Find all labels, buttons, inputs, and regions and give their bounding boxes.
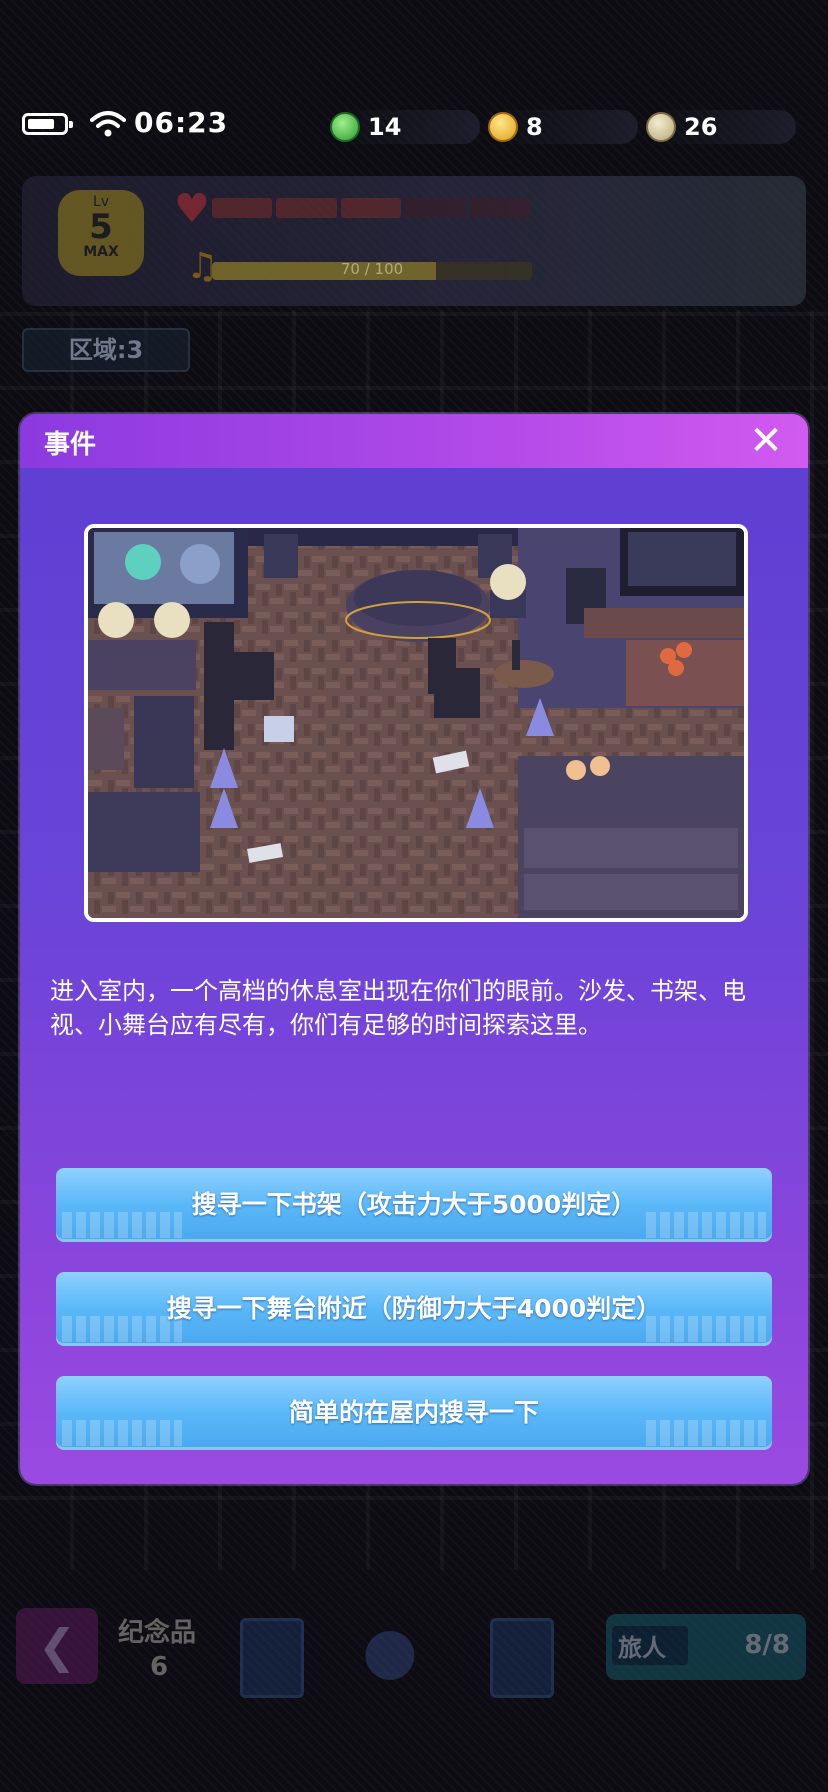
resource-green: 14	[330, 110, 480, 144]
option-button-search-stage[interactable]: 搜寻一下舞台附近（防御力大于4000判定）	[56, 1272, 772, 1346]
silver-coin-icon	[646, 112, 676, 142]
xp-text: 70 / 100	[340, 260, 404, 278]
clock-time: 06:23	[134, 106, 229, 139]
option-label: 简单的在屋内搜寻一下	[288, 1398, 539, 1427]
back-button[interactable]: ❮	[16, 1608, 98, 1684]
bottom-bar: ❮ 纪念品 6 ● 旅人 8/8	[0, 1578, 828, 1698]
traveler-label: 旅人	[612, 1626, 688, 1665]
status-bar: 06:23 14 8 26	[0, 96, 828, 156]
level-number: 5	[89, 207, 113, 247]
hp-segment	[276, 198, 337, 218]
equalizer-decoration	[62, 1420, 182, 1446]
event-description: 进入室内，一个高档的休息室出现在你们的眼前。沙发、书架、电视、小舞台应有尽有，你…	[50, 977, 746, 1039]
hp-segment	[469, 198, 531, 218]
resource-value: 26	[684, 113, 718, 141]
battery-icon	[22, 113, 73, 135]
souvenir-label: 纪念品	[118, 1618, 197, 1648]
resource-silver: 26	[646, 110, 796, 144]
souvenir-card-icon[interactable]	[240, 1618, 304, 1698]
traveler-panel[interactable]: 旅人 8/8	[606, 1614, 806, 1680]
traveler-count: 8/8	[744, 1630, 790, 1660]
equalizer-decoration	[62, 1316, 182, 1342]
souvenir-count: 6	[150, 1652, 169, 1682]
souvenir-card-icon[interactable]	[490, 1618, 554, 1698]
wifi-icon	[90, 111, 126, 137]
option-label: 搜寻一下舞台附近（防御力大于4000判定）	[166, 1294, 662, 1323]
green-leaf-coin-icon	[330, 112, 360, 142]
hp-segment	[405, 198, 466, 218]
equalizer-decoration	[646, 1420, 766, 1446]
heart-icon: ♥	[174, 186, 210, 232]
lounge-scene-illustration	[88, 528, 744, 918]
equalizer-decoration	[62, 1212, 182, 1238]
equalizer-decoration	[646, 1316, 766, 1342]
level-badge: Lv 5 MAX	[58, 190, 144, 276]
option-label: 搜寻一下书架（攻击力大于5000判定）	[191, 1190, 637, 1219]
hp-bar	[212, 198, 531, 218]
close-button[interactable]: ✕	[744, 420, 788, 464]
bird-icon[interactable]: ●	[362, 1614, 418, 1688]
level-max: MAX	[83, 244, 119, 260]
option-button-search-room[interactable]: 简单的在屋内搜寻一下	[56, 1376, 772, 1450]
resource-gold: 8	[488, 110, 638, 144]
area-label: 区域:3	[22, 328, 190, 372]
equalizer-decoration	[646, 1212, 766, 1238]
resource-value: 14	[368, 113, 402, 141]
modal-header: 事件 ✕	[20, 414, 808, 468]
hp-segment	[340, 198, 402, 218]
option-button-search-bookshelf[interactable]: 搜寻一下书架（攻击力大于5000判定）	[56, 1168, 772, 1242]
resource-value: 8	[526, 113, 543, 141]
event-modal: 事件 ✕ 进入室内，一个高档的休息室出现在你们的眼前。沙发、书架、电视、小舞台应…	[20, 414, 808, 1484]
hp-segment	[212, 198, 273, 218]
modal-title: 事件	[44, 430, 97, 460]
event-scene-image	[84, 524, 748, 922]
gold-coin-icon	[488, 112, 518, 142]
